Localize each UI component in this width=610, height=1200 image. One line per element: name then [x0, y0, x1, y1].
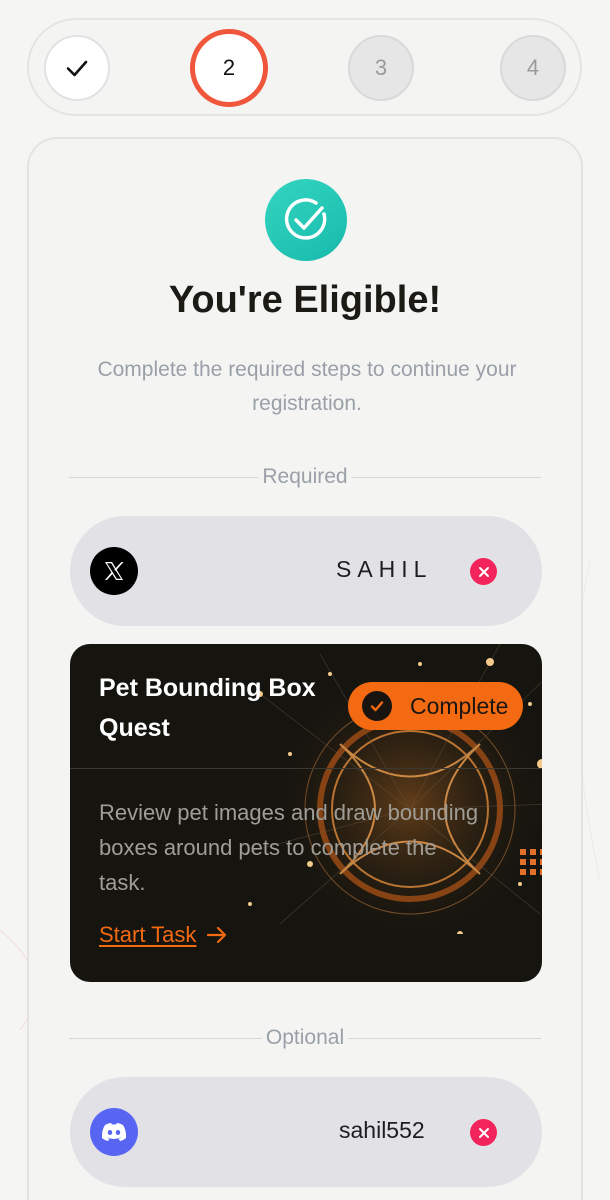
page-title: You're Eligible! — [168, 279, 442, 321]
quest-status-text: Complete — [410, 693, 509, 719]
x-account-row: SAHIL — [70, 516, 542, 626]
quest-card: Pet Bounding Box Quest Complete Review p… — [70, 644, 542, 982]
step-2-current[interactable]: 2 — [190, 29, 268, 107]
step-number: 2 — [222, 55, 236, 80]
eligibility-card: You're Eligible! Complete the required s… — [27, 137, 583, 1200]
quest-status-badge: Complete — [348, 682, 523, 730]
x-logo-icon — [90, 547, 138, 595]
step-1-completed[interactable] — [44, 35, 110, 101]
remove-x-account-button[interactable] — [470, 558, 497, 585]
quest-title: Pet Bounding Box Quest — [99, 674, 316, 742]
required-divider: Required — [69, 465, 541, 489]
optional-divider: Optional — [69, 1026, 541, 1050]
page-subtitle: Complete the required steps to continue … — [97, 358, 517, 415]
close-icon — [478, 566, 489, 577]
discord-icon — [90, 1108, 138, 1156]
start-task-label: Start Task — [99, 922, 197, 947]
remove-discord-account-button[interactable] — [470, 1119, 497, 1146]
close-icon — [478, 1127, 489, 1138]
success-check-icon — [265, 179, 347, 261]
step-number: 3 — [374, 55, 388, 80]
step-4[interactable]: 4 — [500, 35, 566, 101]
quest-description: Review pet images and draw bounding boxe… — [99, 800, 479, 895]
quest-divider — [70, 768, 542, 769]
x-handle: SAHIL — [336, 556, 433, 582]
step-3[interactable]: 3 — [348, 35, 414, 101]
discord-account-row: sahil552 — [70, 1077, 542, 1187]
step-number: 4 — [526, 55, 540, 80]
check-circle-icon — [362, 691, 392, 721]
discord-handle: sahil552 — [339, 1117, 425, 1143]
checkmark-icon — [66, 60, 88, 77]
progress-stepper: 2 3 4 — [27, 18, 582, 116]
arrow-right-icon — [207, 926, 227, 944]
required-label: Required — [258, 465, 352, 489]
optional-label: Optional — [261, 1026, 349, 1050]
start-task-link[interactable]: Start Task — [99, 922, 228, 948]
